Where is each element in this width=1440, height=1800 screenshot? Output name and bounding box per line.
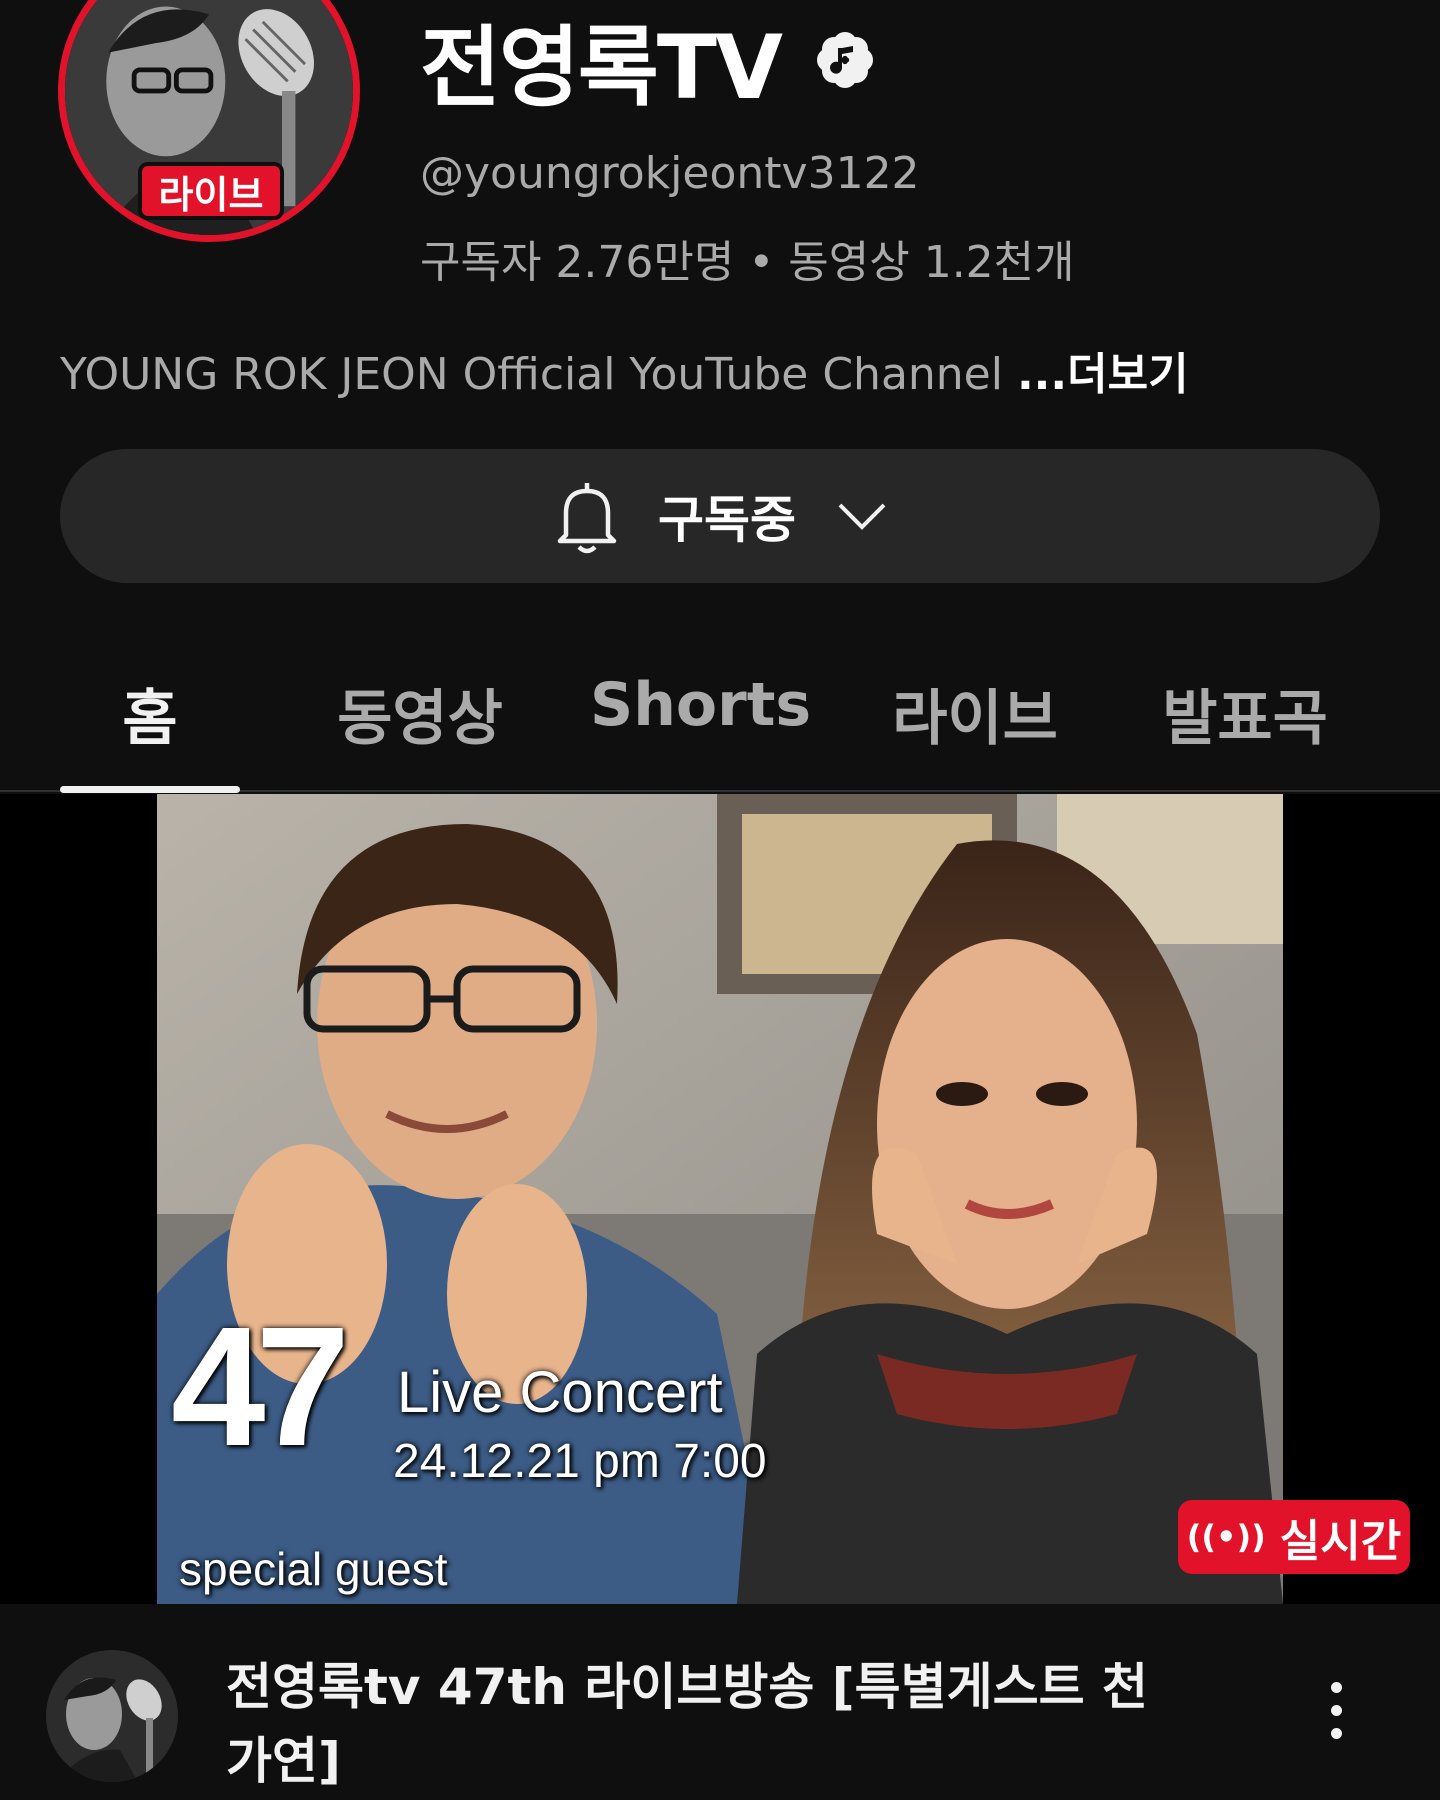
tab-releases[interactable]: 발표곡 bbox=[1145, 670, 1345, 757]
more-options-icon[interactable] bbox=[1316, 1660, 1356, 1760]
subscribed-button[interactable]: 구독중 bbox=[60, 449, 1380, 583]
more-link[interactable]: ...더보기 bbox=[1017, 349, 1189, 400]
channel-description[interactable]: YOUNG ROK JEON Official YouTube Channel … bbox=[60, 338, 1189, 402]
channel-tabs: 홈 동영상 Shorts 라이브 발표곡 bbox=[0, 640, 1440, 793]
thumbnail-episode-number: 47 bbox=[171, 1292, 350, 1482]
channel-name: 전영록TV bbox=[420, 15, 783, 119]
channel-stats: 구독자 2.76만명 • 동영상 1.2천개 bbox=[420, 237, 1075, 288]
channel-handle: @youngrokjeontv3122 bbox=[420, 148, 920, 199]
tab-home[interactable]: 홈 bbox=[60, 670, 240, 757]
tab-videos[interactable]: 동영상 bbox=[320, 670, 520, 757]
bell-icon bbox=[557, 483, 617, 554]
video-thumbnail[interactable]: 47 Live Concert 24.12.21 pm 7:00 special… bbox=[157, 794, 1283, 1604]
kebab-dot bbox=[1330, 1727, 1342, 1739]
live-broadcast-icon: ((•)) bbox=[1186, 1518, 1266, 1556]
featured-video-player[interactable]: 47 Live Concert 24.12.21 pm 7:00 special… bbox=[0, 794, 1440, 1604]
channel-title-row: 전영록TV bbox=[420, 10, 875, 119]
chevron-down-icon bbox=[838, 503, 886, 530]
live-now-chip: ((•)) 실시간 bbox=[1178, 1500, 1410, 1574]
thumbnail-date-text: 24.12.21 pm 7:00 bbox=[393, 1435, 767, 1488]
video-channel-avatar[interactable] bbox=[46, 1650, 178, 1782]
music-note-verified-icon bbox=[815, 30, 875, 90]
kebab-dot bbox=[1330, 1681, 1342, 1693]
thumbnail-guest-text: special guest bbox=[179, 1543, 448, 1595]
active-tab-indicator bbox=[60, 786, 240, 793]
live-now-label: 실시간 bbox=[1279, 1516, 1402, 1567]
live-badge[interactable]: 라이브 bbox=[138, 162, 284, 220]
channel-avatar[interactable]: 라이브 bbox=[58, 0, 360, 242]
kebab-dot bbox=[1330, 1704, 1342, 1716]
thumbnail-concert-text: Live Concert bbox=[397, 1360, 723, 1425]
subscribed-label: 구독중 bbox=[658, 491, 796, 549]
video-title[interactable]: 전영록tv 47th 라이브방송 [특별게스트 천가연] bbox=[226, 1650, 1156, 1798]
tab-shorts[interactable]: Shorts bbox=[590, 670, 811, 740]
tab-live[interactable]: 라이브 bbox=[870, 670, 1080, 757]
video-avatar-illustration bbox=[46, 1650, 178, 1782]
description-text: YOUNG ROK JEON Official YouTube Channel bbox=[60, 349, 1017, 400]
